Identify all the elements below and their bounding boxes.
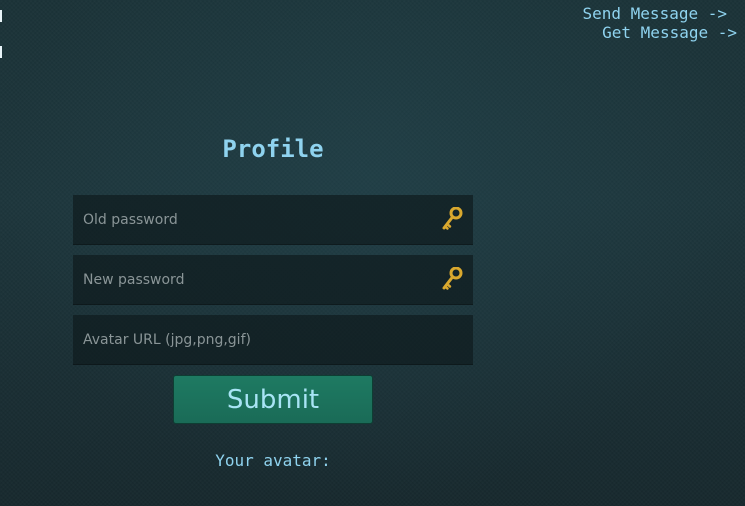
old-password-field-container	[73, 195, 473, 245]
left-edge-marker	[0, 10, 2, 22]
old-password-input[interactable]	[73, 195, 473, 244]
top-nav: Send Message -> Get Message ->	[583, 4, 738, 42]
send-message-link[interactable]: Send Message ->	[583, 4, 728, 23]
get-message-link[interactable]: Get Message ->	[583, 23, 737, 42]
avatar-url-input[interactable]	[73, 315, 473, 364]
submit-button[interactable]: Submit	[173, 375, 373, 424]
new-password-input[interactable]	[73, 255, 473, 304]
avatar-url-field-container	[73, 315, 473, 365]
left-edge-marker	[0, 46, 2, 58]
page-title: Profile	[222, 135, 324, 163]
new-password-field-container	[73, 255, 473, 305]
key-icon	[441, 206, 463, 231]
your-avatar-label: Your avatar:	[215, 451, 331, 470]
key-icon	[441, 266, 463, 291]
